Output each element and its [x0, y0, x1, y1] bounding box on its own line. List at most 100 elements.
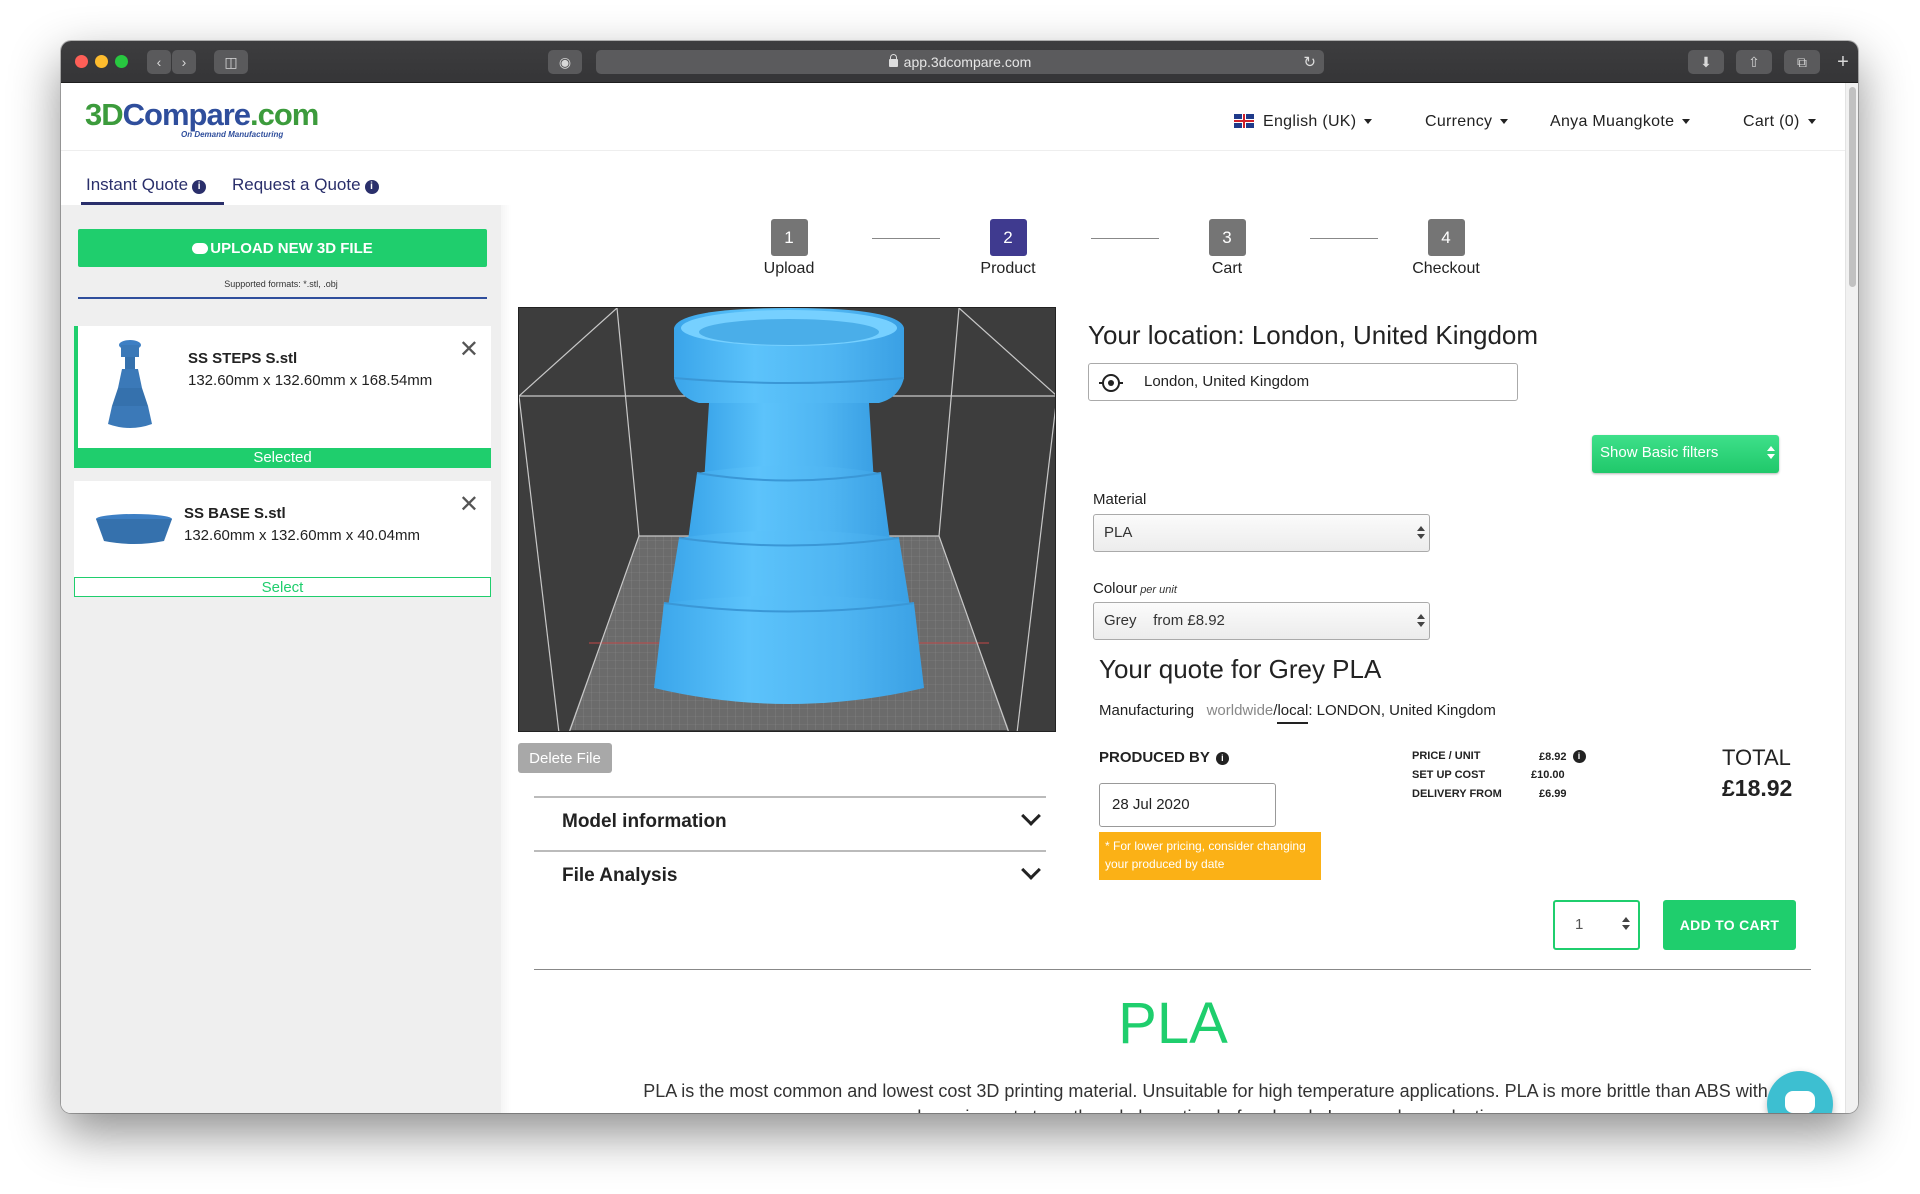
step-number: 3 — [1208, 219, 1246, 256]
quantity-stepper[interactable]: 1 — [1553, 900, 1640, 950]
file-dimensions: 132.60mm x 132.60mm x 168.54mm — [188, 372, 433, 389]
remove-file-icon[interactable]: ✕ — [459, 338, 479, 362]
show-basic-filters-select[interactable]: Show Basic filters — [1592, 435, 1779, 473]
sidebar-divider — [78, 297, 487, 299]
page-scrollbar[interactable] — [1845, 83, 1858, 1113]
currency-selector[interactable]: Currency — [1425, 113, 1509, 131]
quote-tabs: Instant Quote i Request a Quote i — [61, 151, 1845, 205]
colour-label: Colour per unit — [1093, 580, 1177, 597]
step-checkout[interactable]: 4 Checkout — [1376, 219, 1516, 278]
new-tab-icon[interactable]: + — [1831, 50, 1855, 74]
main-shadow — [501, 205, 511, 1113]
site-logo[interactable]: 3DCompare.com — [85, 97, 319, 133]
accordion-divider — [534, 850, 1046, 852]
step-product[interactable]: 2 Product — [938, 219, 1078, 278]
logo-tagline: On Demand Manufacturing — [181, 130, 284, 139]
location-value: London, United Kingdom — [1144, 373, 1310, 390]
tab-label: Request a Quote — [232, 175, 361, 194]
tab-label: Instant Quote — [86, 175, 189, 194]
material-info-description: PLA is the most common and lowest cost 3… — [643, 1081, 1783, 1113]
material-select[interactable]: PLA — [1093, 514, 1430, 552]
cart-menu[interactable]: Cart (0) — [1743, 113, 1816, 131]
uk-flag-icon — [1234, 114, 1254, 128]
quantity-value: 1 — [1575, 916, 1584, 933]
manufacturing-location-text: : LONDON, United Kingdom — [1308, 702, 1496, 719]
logo-part-3d: 3D — [85, 97, 124, 132]
cart-label: Cart (0) — [1743, 113, 1800, 130]
scrollbar-thumb[interactable] — [1849, 87, 1856, 287]
forward-icon[interactable]: › — [172, 50, 196, 74]
colour-select[interactable]: Grey from £8.92 — [1093, 602, 1430, 640]
file-name: SS BASE S.stl — [184, 505, 286, 522]
share-icon[interactable]: ⇧ — [1736, 50, 1772, 74]
user-menu[interactable]: Anya Muangkote — [1550, 113, 1691, 131]
chevron-down-icon — [1807, 119, 1816, 125]
chevron-down-icon — [1682, 119, 1691, 125]
manufacturing-label: Manufacturing — [1099, 702, 1195, 719]
model-render — [519, 308, 1055, 731]
info-icon: i — [364, 180, 379, 194]
back-icon[interactable]: ‹ — [147, 50, 171, 74]
sidebar-toggle-icon[interactable]: ◫ — [214, 50, 248, 74]
language-selector[interactable]: English (UK) — [1234, 113, 1373, 131]
setup-cost-label: SET UP COST — [1412, 769, 1486, 781]
address-bar[interactable]: app.3dcompare.com ↻ — [596, 50, 1324, 74]
material-label: Material — [1093, 491, 1147, 508]
step-cart[interactable]: 3 Cart — [1157, 219, 1297, 278]
produced-by-date-input[interactable]: 28 Jul 2020 — [1099, 783, 1276, 827]
manufacturing-worldwide-link[interactable]: worldwide — [1207, 702, 1274, 719]
main-content: 1 Upload 2 Product 3 Cart 4 Checkout Del… — [501, 205, 1845, 1113]
logo-part-compare: Compare — [122, 97, 251, 132]
produced-by-text: PRODUCED BY — [1099, 749, 1210, 766]
accordion-file-analysis[interactable]: File Analysis — [562, 865, 677, 887]
price-unit-amount: £8.92 — [1539, 751, 1567, 763]
add-to-cart-button[interactable]: ADD TO CART — [1663, 900, 1796, 950]
tabs-overview-icon[interactable]: ⧉ — [1784, 50, 1820, 74]
upload-label: UPLOAD NEW 3D FILE — [210, 239, 373, 257]
maximize-window-button[interactable] — [115, 55, 128, 68]
browser-window: ‹ › ◫ ◉ app.3dcompare.com ↻ ⬇ ⇧ ⧉ + 3DCo… — [61, 41, 1858, 1113]
file-dimensions: 132.60mm x 132.60mm x 40.04mm — [184, 527, 420, 544]
step-label: Cart — [1211, 260, 1243, 277]
tab-request-quote[interactable]: Request a Quote i — [232, 175, 379, 195]
step-number: 4 — [1427, 219, 1465, 256]
url-text: app.3dcompare.com — [903, 54, 1032, 70]
select-file-button[interactable]: Select — [74, 577, 491, 597]
upload-file-button[interactable]: UPLOAD NEW 3D FILE — [78, 229, 487, 267]
file-card-steps[interactable]: SS STEPS S.stl 132.60mm x 132.60mm x 168… — [74, 326, 491, 468]
chevron-down-icon[interactable] — [1021, 806, 1041, 826]
step-label: Upload — [763, 260, 815, 277]
info-icon[interactable]: i — [1572, 750, 1586, 763]
privacy-icon[interactable]: ◉ — [548, 50, 582, 74]
chevron-down-icon — [1364, 119, 1373, 125]
delete-file-button[interactable]: Delete File — [518, 743, 612, 773]
location-input[interactable]: London, United Kingdom — [1088, 363, 1518, 401]
reload-icon[interactable]: ↻ — [1303, 53, 1316, 71]
colour-label-text: Colour — [1093, 580, 1138, 597]
remove-file-icon[interactable]: ✕ — [459, 493, 479, 517]
step-connector — [1091, 238, 1159, 239]
model-3d-viewer[interactable] — [518, 307, 1056, 732]
crosshair-icon[interactable] — [1099, 374, 1123, 392]
manufacturing-local-link[interactable]: local — [1277, 702, 1309, 724]
info-icon[interactable]: i — [1215, 752, 1229, 765]
file-card-base[interactable]: SS BASE S.stl 132.60mm x 132.60mm x 40.0… — [74, 481, 491, 597]
total-value: £18.92 — [1722, 775, 1793, 801]
download-icon[interactable]: ⬇ — [1688, 50, 1724, 74]
file-sidebar: UPLOAD NEW 3D FILE Supported formats: *.… — [61, 205, 501, 1113]
chevron-down-icon[interactable] — [1021, 860, 1041, 880]
setup-cost-value: £10.00 — [1531, 769, 1565, 781]
language-label: English (UK) — [1263, 113, 1357, 130]
step-label: Checkout — [1412, 260, 1480, 277]
browser-titlebar: ‹ › ◫ ◉ app.3dcompare.com ↻ ⬇ ⇧ ⧉ + — [61, 41, 1858, 83]
accordion-model-information[interactable]: Model information — [562, 811, 727, 833]
minimize-window-button[interactable] — [95, 55, 108, 68]
price-unit-value: £8.92 i — [1539, 750, 1586, 763]
tab-instant-quote[interactable]: Instant Quote i — [86, 175, 207, 195]
logo-part-com: .com — [250, 97, 319, 132]
user-name: Anya Muangkote — [1550, 113, 1675, 130]
close-window-button[interactable] — [75, 55, 88, 68]
currency-label: Currency — [1425, 113, 1493, 130]
step-upload[interactable]: 1 Upload — [719, 219, 859, 278]
step-number: 2 — [989, 219, 1027, 256]
